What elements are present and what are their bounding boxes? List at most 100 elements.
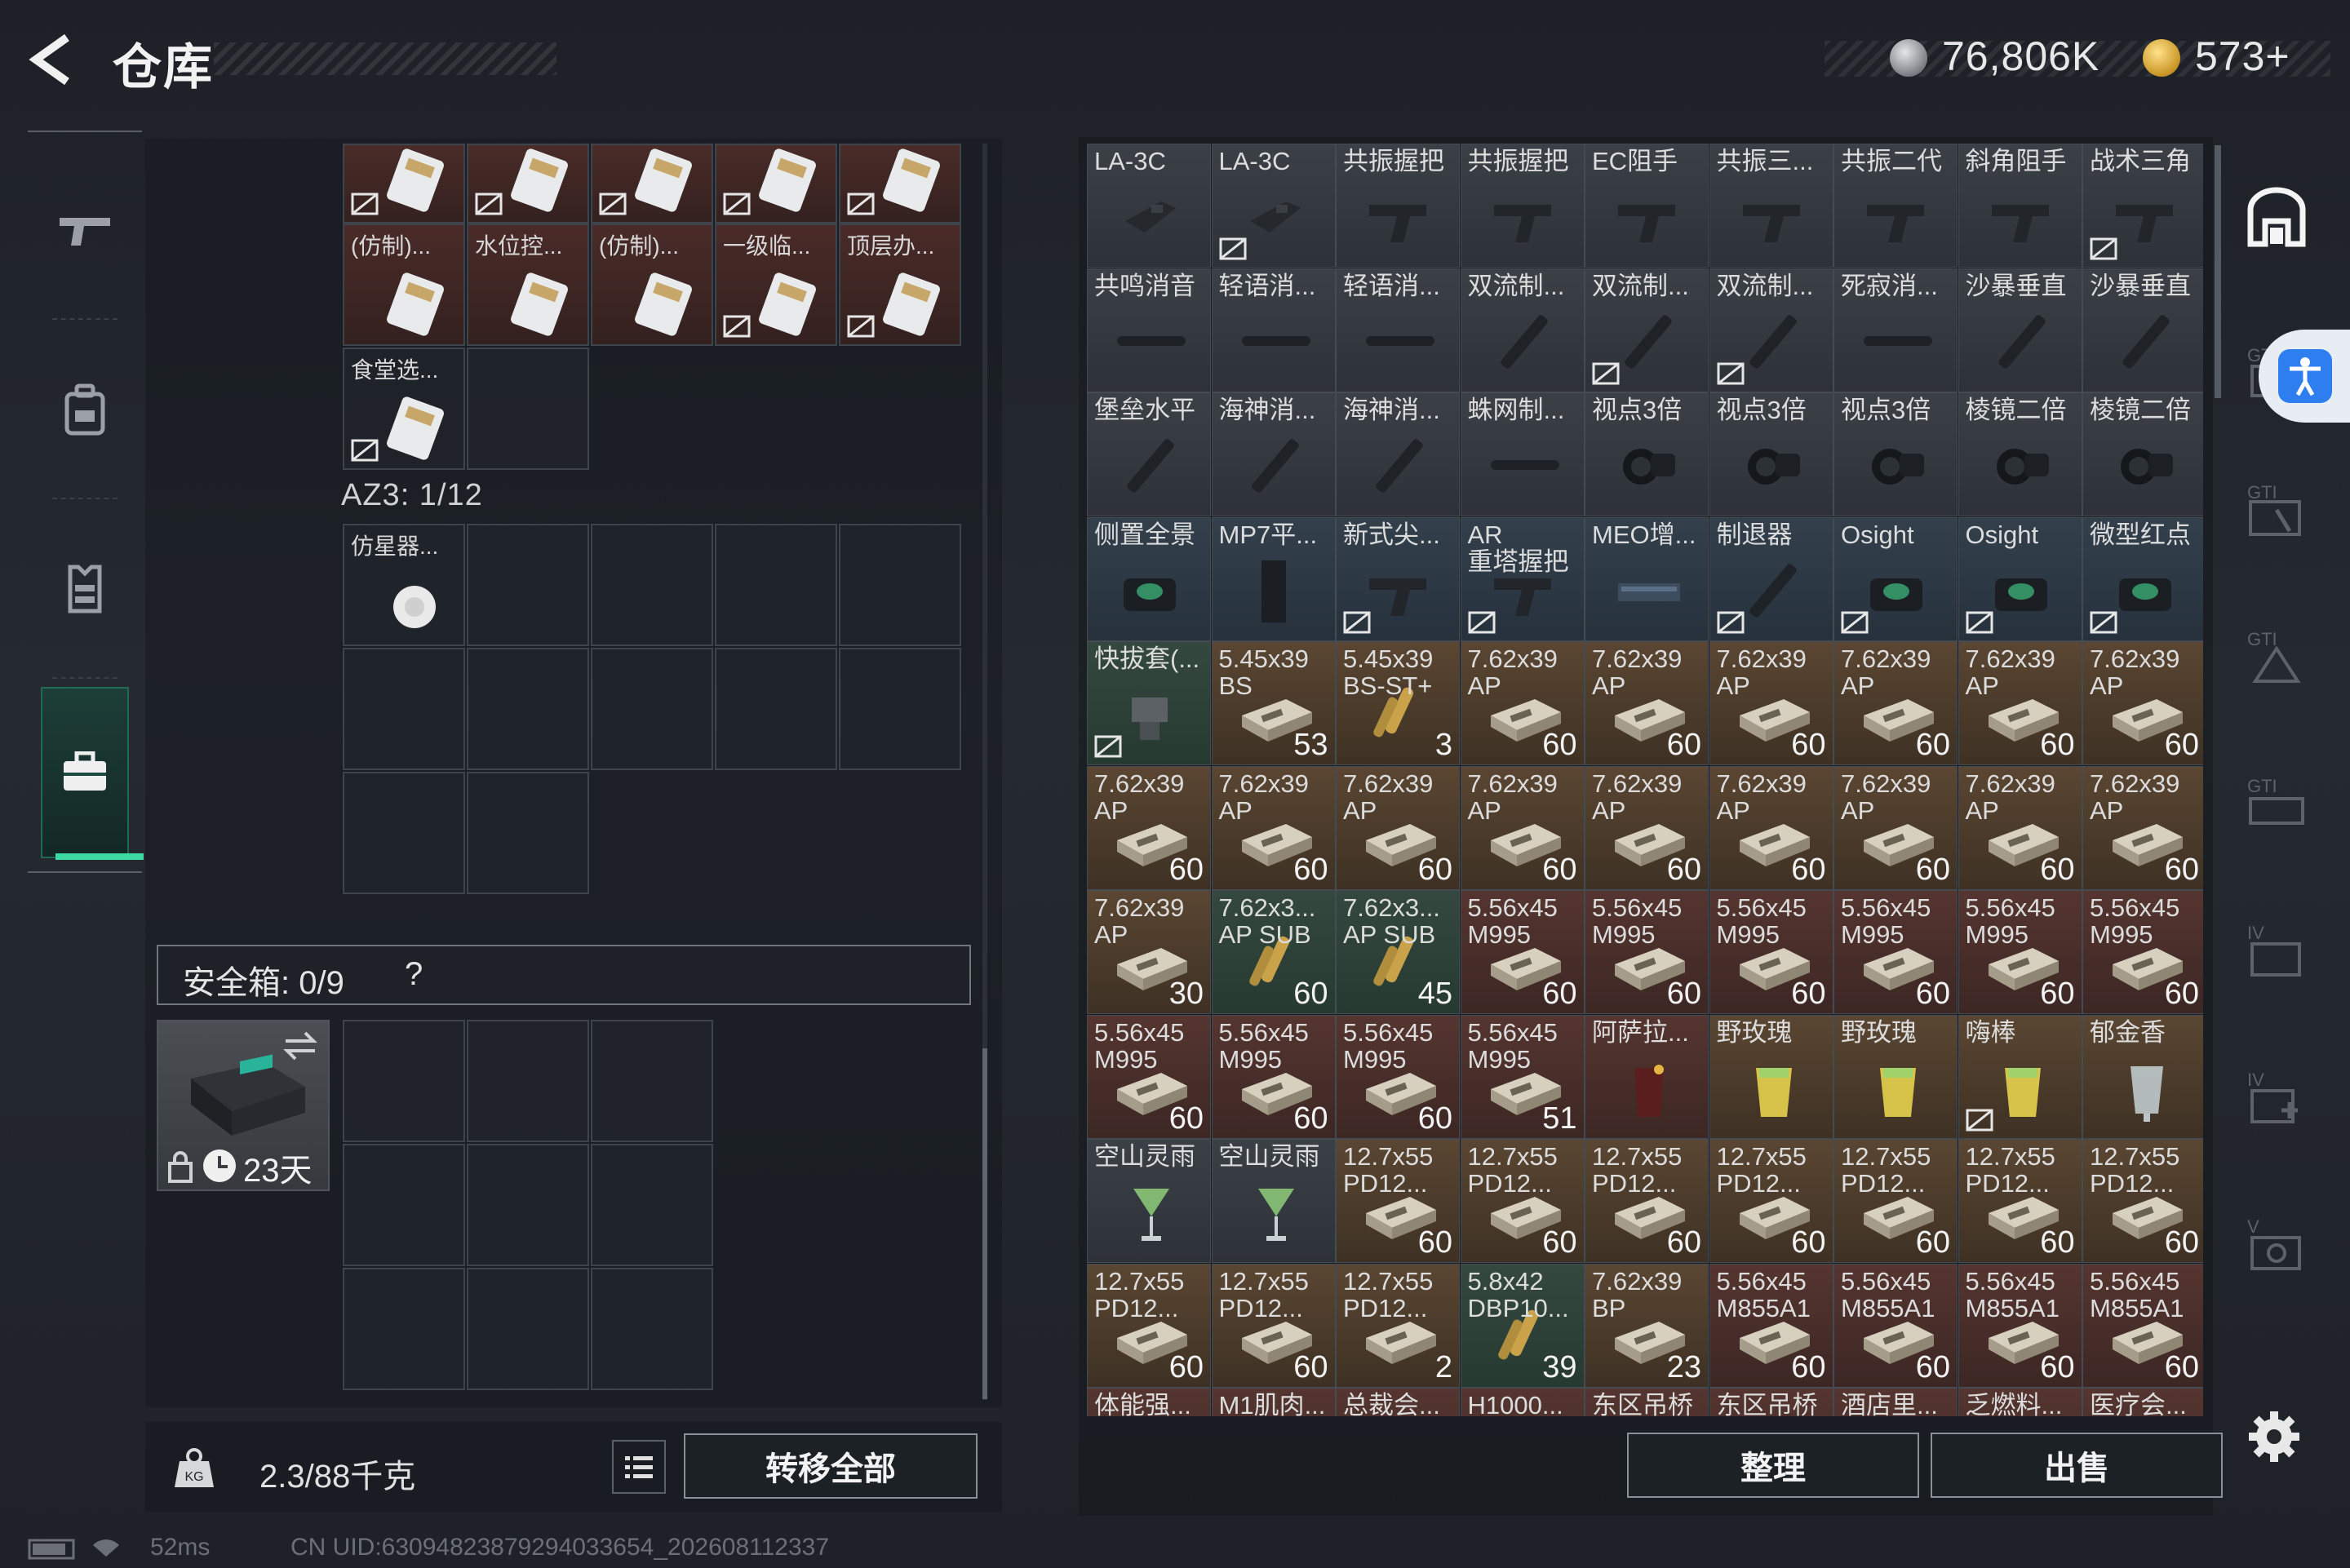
warehouse-item[interactable]: 视点3倍 — [1833, 392, 1958, 516]
warehouse-item[interactable]: 7.62x39 BP 23 — [1585, 1263, 1709, 1388]
nav-iv-1[interactable]: IV — [2236, 906, 2317, 995]
warehouse-item[interactable]: 12.7x55 PD12... 60 — [1833, 1139, 1958, 1263]
empty-slot[interactable] — [467, 1144, 589, 1266]
warehouse-item[interactable]: 双流制... — [1709, 268, 1833, 392]
warehouse-item[interactable]: 7.62x3... AP SUB 45 — [1336, 890, 1460, 1014]
warehouse-item[interactable]: 7.62x39 AP 60 — [1585, 765, 1709, 890]
warehouse-item[interactable]: 侧置全景 — [1087, 516, 1211, 641]
sell-button[interactable]: 出售 — [1931, 1433, 2223, 1498]
warehouse-item[interactable]: 战术三角 — [2082, 144, 2203, 268]
empty-slot[interactable] — [591, 1268, 713, 1390]
warehouse-item[interactable]: 5.56x45 M855A1 60 — [1709, 1263, 1833, 1388]
empty-slot[interactable] — [467, 648, 589, 770]
container-item[interactable]: 一级临... — [715, 224, 837, 346]
warehouse-item[interactable]: 5.56x45 M855A1 60 — [1833, 1263, 1958, 1388]
warehouse-item[interactable]: 5.56x45 M995 60 — [1336, 1014, 1460, 1139]
warehouse-item[interactable]: 空山灵雨 — [1087, 1139, 1211, 1263]
warehouse-item[interactable]: 视点3倍 — [1709, 392, 1833, 516]
warehouse-item[interactable]: 共振握把 — [1460, 144, 1585, 268]
warehouse-item[interactable]: 12.7x55 PD12... 60 — [1087, 1263, 1211, 1388]
nav-gti-4[interactable]: GTI — [2236, 759, 2317, 848]
container-item[interactable]: 食堂选... — [343, 348, 465, 470]
safecase-slot[interactable]: 23天 — [157, 1020, 330, 1191]
container-item[interactable] — [591, 144, 713, 224]
warehouse-item[interactable]: 共振二代 — [1833, 144, 1958, 268]
currency-gold[interactable]: 573+ — [2195, 33, 2290, 80]
empty-slot[interactable] — [715, 524, 837, 646]
warehouse-item[interactable]: 5.56x45 M995 60 — [1585, 890, 1709, 1014]
warehouse-item[interactable]: 阿萨拉... — [1585, 1014, 1709, 1139]
warehouse-item[interactable]: 视点3倍 — [1585, 392, 1709, 516]
warehouse-item[interactable]: 医疗会... — [2082, 1388, 2203, 1416]
warehouse-item[interactable]: 7.62x39 AP 60 — [1336, 765, 1460, 890]
empty-slot[interactable] — [467, 1020, 589, 1142]
container-item[interactable]: (仿制)... — [591, 224, 713, 346]
container-item[interactable] — [715, 144, 837, 224]
warehouse-item[interactable]: 7.62x39 AP 60 — [1958, 765, 2082, 890]
warehouse-item[interactable]: 7.62x39 AP 60 — [1460, 765, 1585, 890]
warehouse-item[interactable]: 5.56x45 M995 51 — [1460, 1014, 1585, 1139]
empty-slot[interactable] — [343, 1144, 465, 1266]
empty-slot[interactable] — [467, 1268, 589, 1390]
warehouse-item[interactable]: 棱镜二倍 — [1958, 392, 2082, 516]
warehouse-item[interactable]: 堡垒水平 — [1087, 392, 1211, 516]
warehouse-item[interactable]: 12.7x55 PD12... 2 — [1336, 1263, 1460, 1388]
container-item[interactable]: (仿制)... — [343, 224, 465, 346]
warehouse-item[interactable]: 嗨棒 — [1958, 1014, 2082, 1139]
warehouse-item[interactable]: 沙暴垂直 — [2082, 268, 2203, 392]
warehouse-item[interactable]: 5.56x45 M855A1 60 — [2082, 1263, 2203, 1388]
nav-weapon[interactable] — [28, 148, 142, 312]
currency-silver[interactable]: 76,806K — [1942, 33, 2099, 80]
warehouse-item[interactable]: 7.62x39 AP 60 — [1087, 765, 1211, 890]
warehouse-item[interactable]: 7.62x3... AP SUB 60 — [1211, 890, 1336, 1014]
empty-slot[interactable] — [467, 524, 589, 646]
list-view-button[interactable] — [612, 1440, 666, 1494]
warehouse-item[interactable]: 东区吊桥 — [1585, 1388, 1709, 1416]
warehouse-item[interactable]: 7.62x39 AP 60 — [1958, 641, 2082, 765]
warehouse-item[interactable]: 7.62x39 AP 60 — [1211, 765, 1336, 890]
empty-slot[interactable] — [715, 648, 837, 770]
warehouse-item[interactable]: M1肌肉... — [1211, 1388, 1336, 1416]
warehouse-item[interactable]: 酒店里... — [1833, 1388, 1958, 1416]
warehouse-item[interactable]: 双流制... — [1585, 268, 1709, 392]
warehouse-item[interactable]: 5.56x45 M995 60 — [2082, 890, 2203, 1014]
warehouse-item[interactable]: EC阻手 — [1585, 144, 1709, 268]
warehouse-item[interactable]: 12.7x55 PD12... 60 — [2082, 1139, 2203, 1263]
warehouse-item[interactable]: MP7平... — [1211, 516, 1336, 641]
warehouse-item[interactable]: Osight — [1958, 516, 2082, 641]
warehouse-item[interactable]: 共振三... — [1709, 144, 1833, 268]
warehouse-item[interactable]: 海神消... — [1336, 392, 1460, 516]
empty-slot[interactable] — [591, 648, 713, 770]
warehouse-item[interactable]: 斜角阻手 — [1958, 144, 2082, 268]
warehouse-item[interactable]: 野玫瑰 — [1709, 1014, 1833, 1139]
warehouse-item[interactable]: 5.56x45 M855A1 60 — [1958, 1263, 2082, 1388]
warehouse-item[interactable]: 5.56x45 M995 60 — [1087, 1014, 1211, 1139]
container-item[interactable]: 顶层办... — [839, 224, 961, 346]
warehouse-item[interactable]: 共振握把 — [1336, 144, 1460, 268]
settings-button[interactable] — [2246, 1408, 2303, 1465]
warehouse-item[interactable]: 沙暴垂直 — [1958, 268, 2082, 392]
container-item[interactable] — [839, 144, 961, 224]
empty-slot[interactable] — [343, 648, 465, 770]
warehouse-item[interactable]: 7.62x39 AP 60 — [1833, 641, 1958, 765]
warehouse-item[interactable]: 新式尖... — [1336, 516, 1460, 641]
warehouse-item[interactable]: 5.45x39 BS 53 — [1211, 641, 1336, 765]
nav-storage[interactable] — [2236, 173, 2317, 263]
empty-slot[interactable] — [467, 772, 589, 894]
warehouse-item[interactable]: AR 重塔握把 — [1460, 516, 1585, 641]
empty-slot[interactable] — [591, 524, 713, 646]
left-scrollbar-thumb[interactable] — [982, 1048, 987, 1399]
empty-slot[interactable] — [591, 1020, 713, 1142]
warehouse-item[interactable]: 蛛网制... — [1460, 392, 1585, 516]
warehouse-item[interactable]: 7.62x39 AP 60 — [1585, 641, 1709, 765]
container-item[interactable] — [343, 144, 465, 224]
nav-case[interactable] — [41, 687, 144, 860]
nav-iv-2[interactable]: IV — [2236, 1052, 2317, 1142]
container-item[interactable]: 水位控... — [467, 224, 589, 346]
warehouse-item[interactable]: 5.56x45 M995 60 — [1958, 890, 2082, 1014]
warehouse-item[interactable]: 空山灵雨 — [1211, 1139, 1336, 1263]
back-button[interactable] — [24, 31, 82, 88]
warehouse-item[interactable]: 7.62x39 AP 60 — [2082, 641, 2203, 765]
warehouse-item[interactable]: 总裁会... — [1336, 1388, 1460, 1416]
warehouse-item[interactable]: 7.62x39 AP 60 — [1833, 765, 1958, 890]
